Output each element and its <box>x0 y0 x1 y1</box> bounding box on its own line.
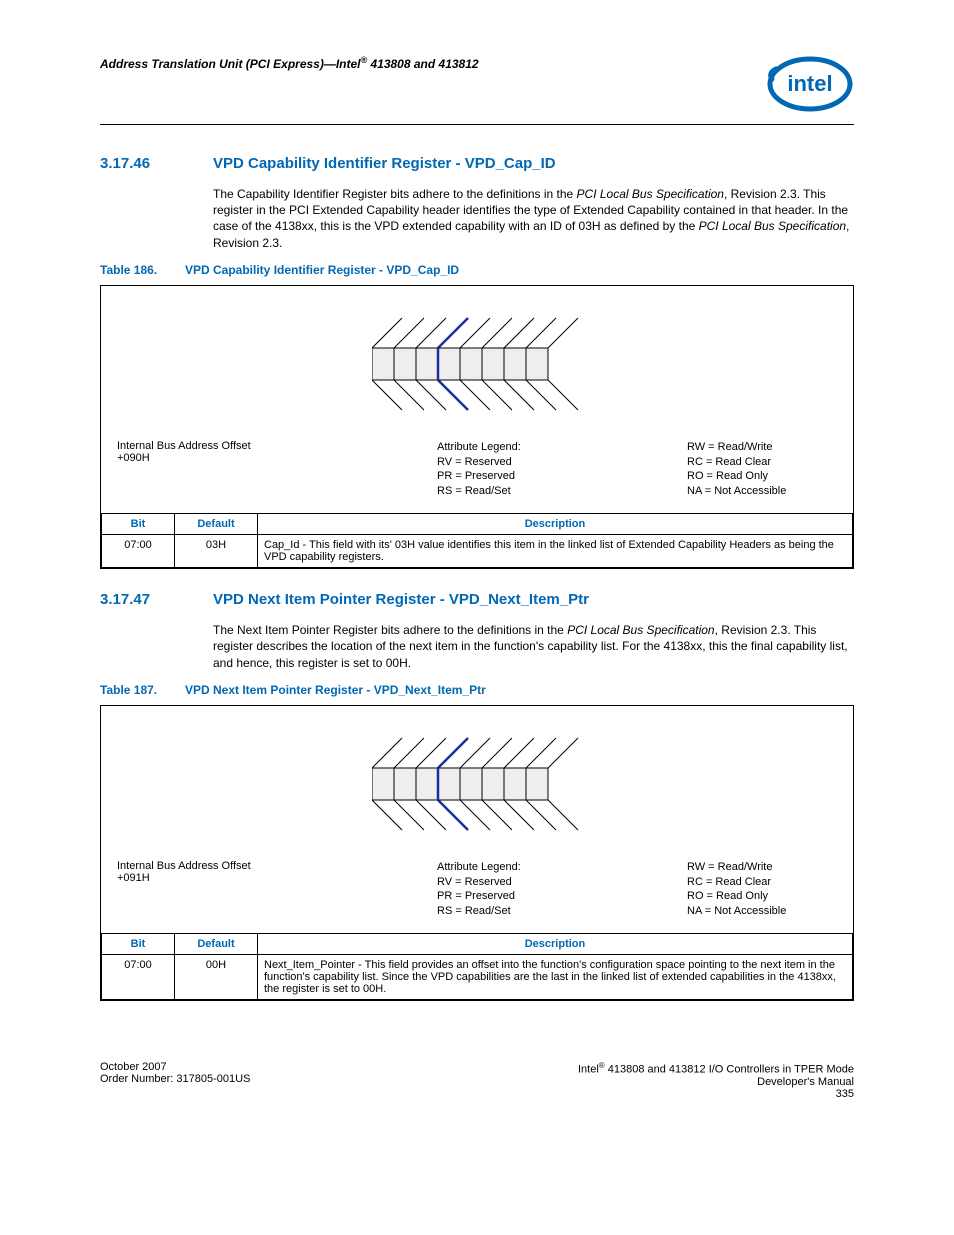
cell-bit: 07:00 <box>102 955 175 1000</box>
col-bit: Bit <box>102 934 175 955</box>
attribute-legend-left: Attribute Legend: RV = Reserved PR = Pre… <box>437 440 567 499</box>
cell-description: Cap_Id - This field with its' 03H value … <box>258 535 853 568</box>
table-row: 07:00 03H Cap_Id - This field with its' … <box>102 535 853 568</box>
table-row: 07:00 00H Next_Item_Pointer - This field… <box>102 955 853 1000</box>
section-title: VPD Capability Identifier Register - VPD… <box>213 155 556 172</box>
attribute-legend-right: RW = Read/Write RC = Read Clear RO = Rea… <box>687 440 837 499</box>
svg-text:intel: intel <box>787 71 832 96</box>
section2-paragraph: The Next Item Pointer Register bits adhe… <box>213 622 854 671</box>
section-number: 3.17.47 <box>100 591 185 608</box>
table-header-row: Bit Default Description <box>102 514 853 535</box>
register-box-186: Internal Bus Address Offset +090H Attrib… <box>100 285 854 569</box>
register-table-186: Bit Default Description 07:00 03H Cap_Id… <box>101 513 853 568</box>
register-diagram-1 <box>117 310 837 420</box>
col-description: Description <box>258 934 853 955</box>
col-default: Default <box>175 514 258 535</box>
offset-info: Internal Bus Address Offset +091H <box>117 860 317 919</box>
intel-logo: intel <box>766 55 854 116</box>
cell-default: 03H <box>175 535 258 568</box>
cell-description: Next_Item_Pointer - This field provides … <box>258 955 853 1000</box>
running-header-suffix: 413808 and 413812 <box>367 57 478 71</box>
col-description: Description <box>258 514 853 535</box>
attribute-legend-left: Attribute Legend: RV = Reserved PR = Pre… <box>437 860 567 919</box>
section-heading-2: 3.17.47 VPD Next Item Pointer Register -… <box>100 591 854 608</box>
table-caption-186: Table 186.VPD Capability Identifier Regi… <box>100 263 854 277</box>
running-header: Address Translation Unit (PCI Express)—I… <box>100 55 479 71</box>
section-title: VPD Next Item Pointer Register - VPD_Nex… <box>213 591 589 608</box>
register-diagram-2 <box>117 730 837 840</box>
cell-default: 00H <box>175 955 258 1000</box>
section1-paragraph: The Capability Identifier Register bits … <box>213 186 854 251</box>
legend-row-2: Internal Bus Address Offset +091H Attrib… <box>117 860 837 919</box>
section-heading-1: 3.17.46 VPD Capability Identifier Regist… <box>100 155 854 172</box>
running-header-text: Address Translation Unit (PCI Express)—I… <box>100 57 361 71</box>
col-default: Default <box>175 934 258 955</box>
register-box-187: Internal Bus Address Offset +091H Attrib… <box>100 705 854 1001</box>
page-footer: October 2007 Order Number: 317805-001US … <box>100 1061 854 1100</box>
col-bit: Bit <box>102 514 175 535</box>
table-header-row: Bit Default Description <box>102 934 853 955</box>
page: Address Translation Unit (PCI Express)—I… <box>0 0 954 1140</box>
cell-bit: 07:00 <box>102 535 175 568</box>
table-caption-187: Table 187.VPD Next Item Pointer Register… <box>100 683 854 697</box>
offset-info: Internal Bus Address Offset +090H <box>117 440 317 499</box>
section-number: 3.17.46 <box>100 155 185 172</box>
footer-right: Intel® 413808 and 413812 I/O Controllers… <box>578 1061 854 1100</box>
attribute-legend-right: RW = Read/Write RC = Read Clear RO = Rea… <box>687 860 837 919</box>
header-rule <box>100 124 854 125</box>
footer-left: October 2007 Order Number: 317805-001US <box>100 1061 250 1100</box>
register-table-187: Bit Default Description 07:00 00H Next_I… <box>101 933 853 1000</box>
legend-row-1: Internal Bus Address Offset +090H Attrib… <box>117 440 837 499</box>
header-row: Address Translation Unit (PCI Express)—I… <box>100 55 854 116</box>
